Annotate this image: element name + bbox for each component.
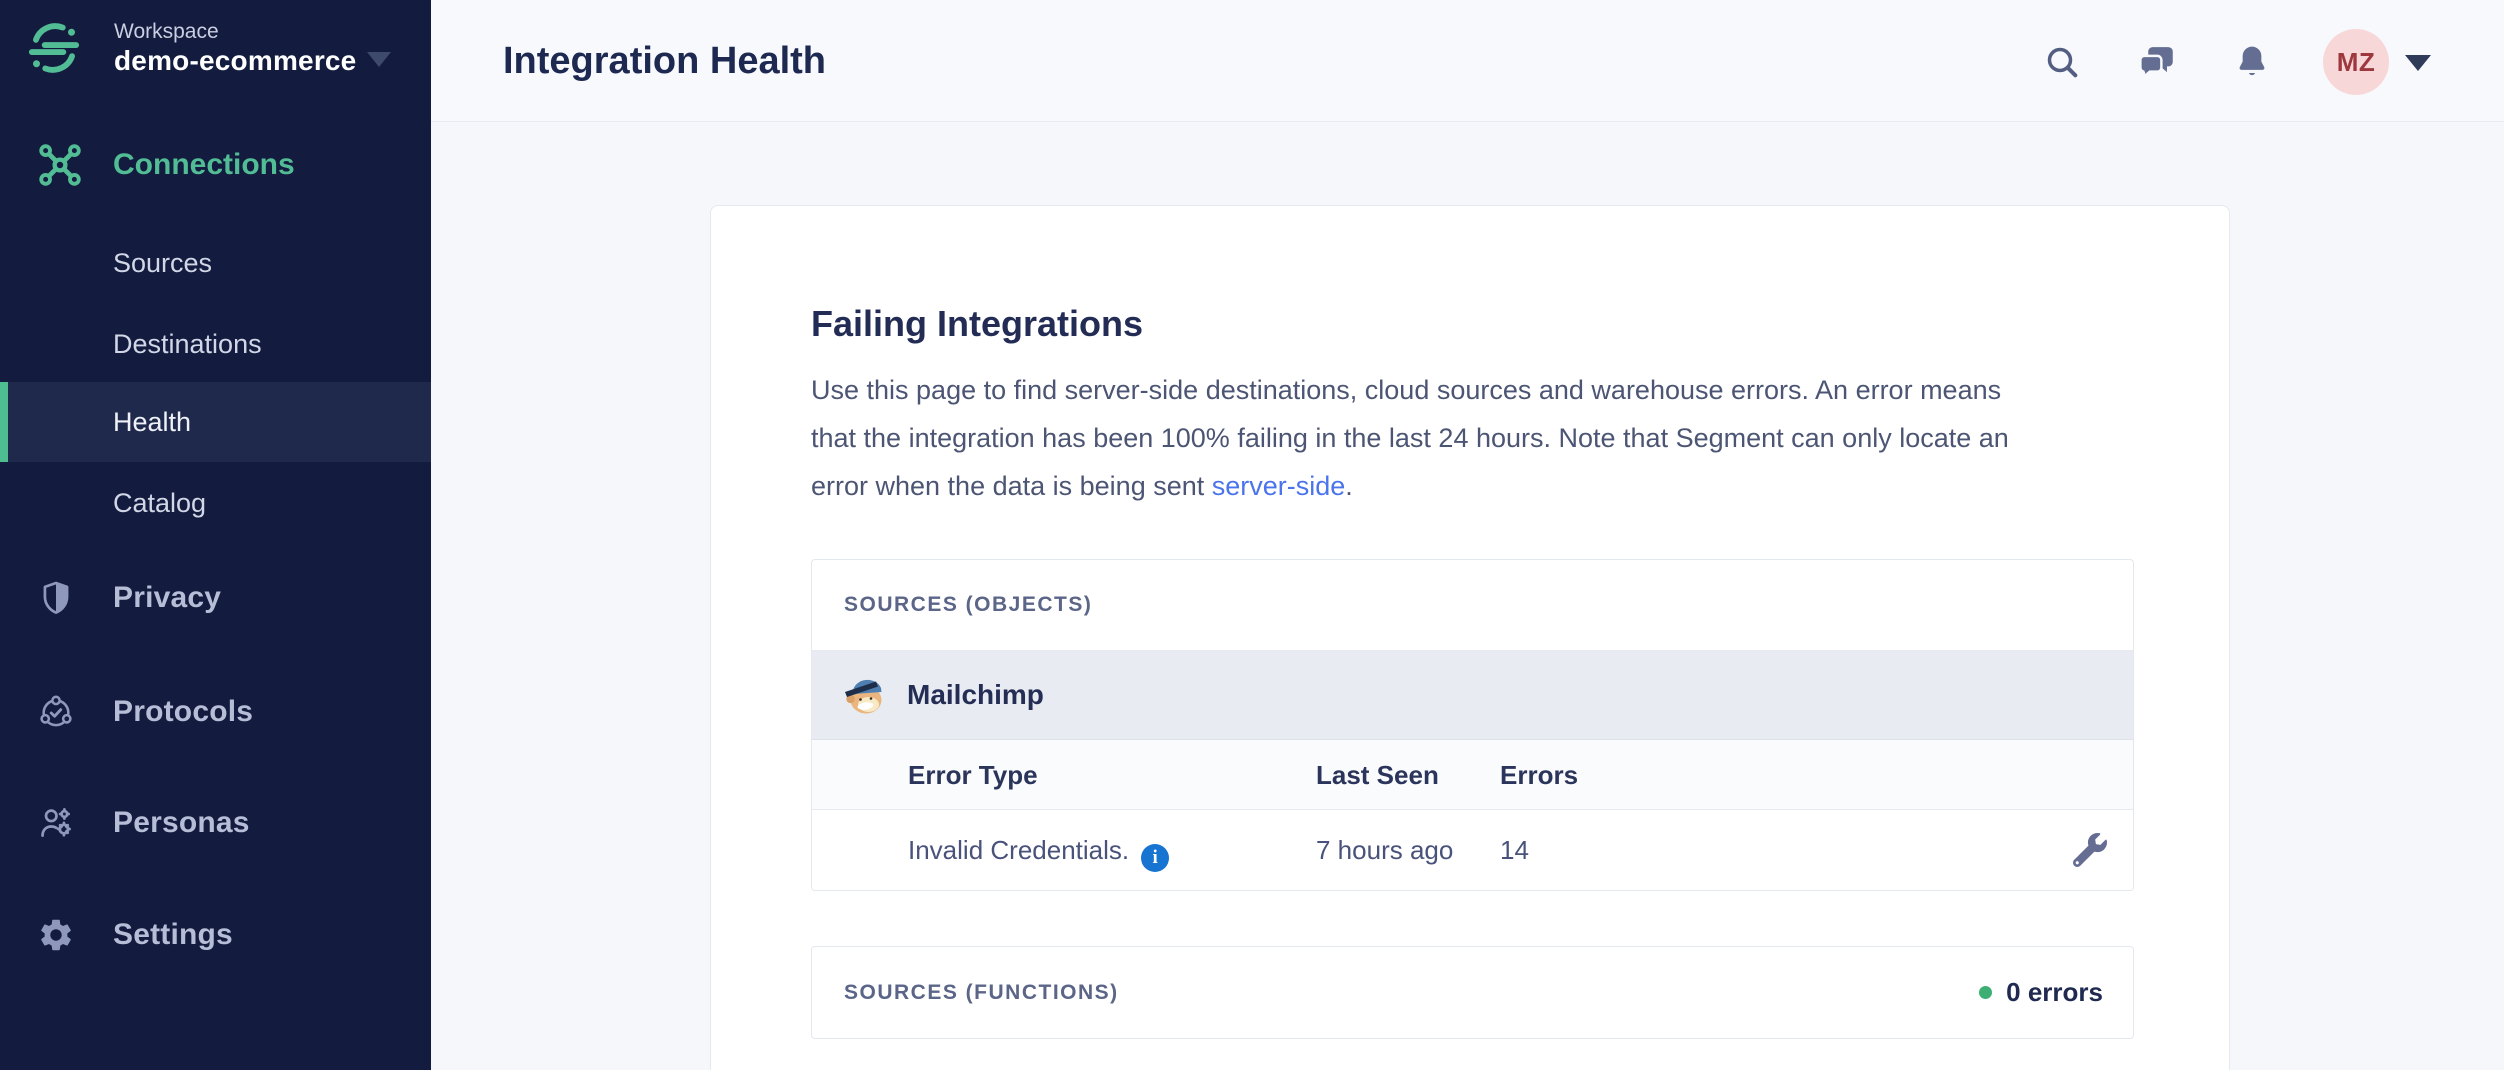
source-name: Mailchimp xyxy=(907,679,1044,711)
card-heading: Failing Integrations xyxy=(811,303,1143,345)
workspace-label: Workspace xyxy=(114,20,219,44)
table-row: Invalid Credentials. i 7 hours ago 14 xyxy=(812,810,2133,890)
avatar-initials: MZ xyxy=(2337,47,2376,78)
mailchimp-avatar xyxy=(843,672,889,718)
sidebar-item-label: Connections xyxy=(113,138,295,192)
sidebar-item-label: Personas xyxy=(113,801,250,845)
sidebar-item-label: Health xyxy=(113,382,191,462)
description-line: that the integration has been 100% faili… xyxy=(811,414,2009,462)
sidebar-item-privacy[interactable]: Privacy xyxy=(0,576,431,620)
description-text: error when the data is being sent xyxy=(811,471,1212,501)
column-header-errors: Errors xyxy=(1500,740,1578,810)
chevron-down-icon xyxy=(367,52,391,67)
error-type-text: Invalid Credentials. xyxy=(908,835,1129,865)
sidebar-item-label: Protocols xyxy=(113,690,253,734)
sidebar-item-connections[interactable]: Connections xyxy=(0,138,431,192)
section-title: SOURCES (FUNCTIONS) xyxy=(844,981,1119,1005)
wrench-icon[interactable] xyxy=(2073,833,2107,867)
sidebar-item-protocols[interactable]: Protocols xyxy=(0,690,431,734)
sidebar-item-sources[interactable]: Sources xyxy=(113,249,212,277)
info-icon[interactable]: i xyxy=(1141,844,1169,872)
sources-functions-table: SOURCES (FUNCTIONS) 0 errors xyxy=(811,946,2134,1039)
personas-icon xyxy=(37,804,75,842)
status-dot-icon xyxy=(1979,986,1992,999)
page-title: Integration Health xyxy=(503,0,826,122)
sidebar-item-label: Privacy xyxy=(113,576,221,620)
protocols-icon xyxy=(37,693,75,731)
top-bar: Integration Health MZ xyxy=(431,0,2504,122)
sidebar-item-catalog[interactable]: Catalog xyxy=(113,489,206,517)
chevron-down-icon[interactable] xyxy=(2405,55,2431,71)
sidebar-item-personas[interactable]: Personas xyxy=(0,801,431,845)
avatar[interactable]: MZ xyxy=(2323,29,2389,95)
status-text: 0 errors xyxy=(2006,977,2103,1008)
sidebar-item-settings[interactable]: Settings xyxy=(0,913,431,957)
sources-objects-table: SOURCES (OBJECTS) Mailchimp xyxy=(811,559,2134,891)
description-line: error when the data is being sent server… xyxy=(811,462,2009,510)
workspace-name: demo-ecommerce xyxy=(114,45,356,77)
column-header-error-type: Error Type xyxy=(908,740,1038,810)
sidebar-item-label: Settings xyxy=(113,913,233,957)
app-window: Workspace demo-ecommerce Connections xyxy=(0,0,2504,1070)
sidebar-item-health[interactable]: Health xyxy=(0,382,431,462)
bell-icon[interactable] xyxy=(2232,42,2272,82)
sidebar-item-destinations[interactable]: Destinations xyxy=(113,330,262,358)
card-description: Use this page to find server-side destin… xyxy=(811,366,2009,510)
server-side-link[interactable]: server-side xyxy=(1212,471,1346,501)
main-content: Failing Integrations Use this page to fi… xyxy=(431,122,2504,1070)
chat-icon[interactable] xyxy=(2136,41,2178,83)
table-column-headers: Error Type Last Seen Errors xyxy=(812,740,2133,810)
status-badge: 0 errors xyxy=(1979,977,2103,1008)
shield-icon xyxy=(37,579,75,617)
segment-logo xyxy=(26,20,82,76)
gear-icon xyxy=(37,916,75,954)
sidebar: Workspace demo-ecommerce Connections xyxy=(0,0,431,1070)
search-icon[interactable] xyxy=(2042,42,2082,82)
last-seen-cell: 7 hours ago xyxy=(1316,810,1453,890)
failing-integrations-card: Failing Integrations Use this page to fi… xyxy=(710,205,2230,1070)
description-text: . xyxy=(1345,471,1353,501)
workspace-switcher[interactable]: Workspace demo-ecommerce xyxy=(0,0,431,112)
source-row-mailchimp[interactable]: Mailchimp xyxy=(812,651,2133,740)
table-section-header: SOURCES (OBJECTS) xyxy=(812,560,2133,651)
errors-count-cell: 14 xyxy=(1500,810,1529,890)
error-type-cell: Invalid Credentials. i xyxy=(908,810,1169,890)
description-line: Use this page to find server-side destin… xyxy=(811,366,2009,414)
connections-icon xyxy=(37,142,83,188)
section-title: SOURCES (OBJECTS) xyxy=(844,593,1092,617)
column-header-last-seen: Last Seen xyxy=(1316,740,1439,810)
